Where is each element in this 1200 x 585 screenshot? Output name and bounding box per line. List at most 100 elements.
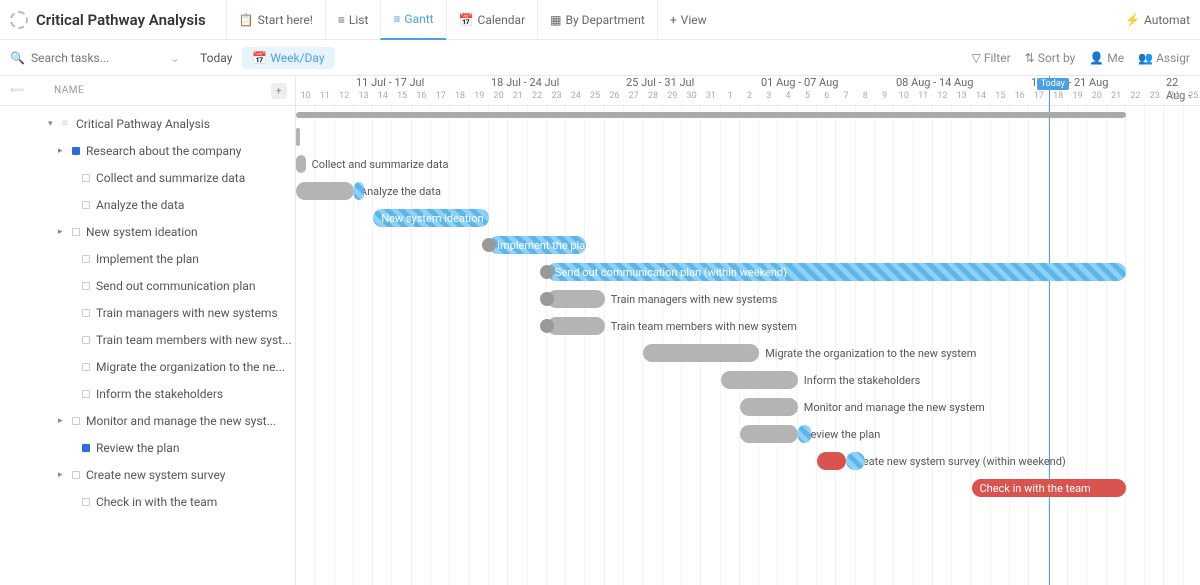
status-box[interactable]	[82, 255, 90, 263]
task-label: Inform the stakeholders	[96, 387, 223, 401]
task-label: Monitor and manage the new syst...	[86, 414, 276, 428]
gantt-bar[interactable]: Review the plan	[740, 425, 798, 443]
tree-row[interactable]: Migrate the organization to the ne...	[0, 353, 295, 380]
sort-icon: ⇅	[1025, 51, 1035, 65]
tree-row[interactable]: ▾≡Critical Pathway Analysis	[0, 110, 295, 137]
gantt-bar-hatch[interactable]	[798, 425, 812, 443]
status-box[interactable]	[82, 498, 90, 506]
collapse-icon[interactable]: ⟸	[10, 85, 26, 96]
gantt-bar[interactable]: Create new system survey (within weekend…	[817, 452, 846, 470]
gantt-bar[interactable]: Collect and summarize data	[296, 155, 306, 173]
bar-label: New system ideation	[373, 212, 491, 225]
gantt-bar[interactable]: Monitor and manage the new system	[740, 398, 798, 416]
name-col-header: NAME	[54, 85, 84, 96]
chevron-down-icon[interactable]: ⌄	[170, 51, 180, 65]
gantt-bar[interactable]: Check in with the team	[972, 479, 1126, 497]
bar-label: Analyze the data	[354, 185, 441, 198]
summary-band	[296, 112, 1126, 118]
today-button[interactable]: Today	[190, 51, 242, 65]
status-box[interactable]	[82, 444, 90, 452]
automation-button[interactable]: ⚡ Automat	[1125, 13, 1190, 27]
task-label: Review the plan	[96, 441, 179, 455]
assign-button[interactable]: 👥Assigr	[1138, 51, 1190, 65]
tree-row[interactable]: Collect and summarize data	[0, 164, 295, 191]
sort-button[interactable]: ⇅Sort by	[1025, 51, 1076, 65]
gantt-row: Migrate the organization to the new syst…	[296, 340, 1200, 367]
tree-row[interactable]: Review the plan	[0, 434, 295, 461]
filter-button[interactable]: ▽Filter	[972, 51, 1011, 65]
filter-icon: ▽	[972, 51, 981, 65]
me-button[interactable]: 👤Me	[1089, 51, 1124, 65]
sidebar: ⟸ NAME + ▾≡Critical Pathway Analysis▸Res…	[0, 76, 296, 585]
status-box[interactable]	[82, 282, 90, 290]
gantt-row: Check in with the team	[296, 475, 1200, 502]
status-box[interactable]	[72, 228, 80, 236]
tree-row[interactable]: Implement the plan	[0, 245, 295, 272]
day-label: 12	[933, 91, 952, 105]
tree-row[interactable]: Send out communication plan	[0, 272, 295, 299]
tab-icon: +	[670, 13, 677, 27]
gantt-row: Analyze the data	[296, 178, 1200, 205]
day-label: 29	[663, 91, 682, 105]
status-box[interactable]	[72, 147, 80, 155]
day-label: 27	[624, 91, 643, 105]
status-box[interactable]	[82, 336, 90, 344]
gantt-bar[interactable]: Migrate the organization to the new syst…	[643, 344, 759, 362]
gantt-area[interactable]: 11 Jul - 17 Jul18 Jul - 24 Jul25 Jul - 3…	[296, 76, 1200, 585]
tree-row[interactable]: ▸ Monitor and manage the new syst...	[0, 407, 295, 434]
day-label: 8	[856, 91, 875, 105]
sidebar-header: ⟸ NAME +	[0, 76, 295, 106]
weekday-label: Week/Day	[270, 51, 324, 65]
gantt-bar[interactable]: Implement the plan	[489, 236, 586, 254]
view-tab-list[interactable]: ≡List	[325, 0, 381, 40]
status-box[interactable]	[82, 390, 90, 398]
tree-row[interactable]: ▸New system ideation	[0, 218, 295, 245]
automation-label: Automat	[1144, 13, 1190, 27]
tree-row[interactable]: ▸Create new system survey	[0, 461, 295, 488]
add-button[interactable]: +	[271, 83, 287, 99]
view-tab-by-department[interactable]: ▦By Department	[537, 0, 657, 40]
gantt-bar[interactable]: Send out communication plan (within week…	[547, 263, 1126, 281]
status-box[interactable]	[72, 471, 80, 479]
tree-row[interactable]: Inform the stakeholders	[0, 380, 295, 407]
status-box[interactable]	[82, 363, 90, 371]
tree-row[interactable]: Analyze the data	[0, 191, 295, 218]
status-box[interactable]	[82, 309, 90, 317]
view-tab-calendar[interactable]: 📅Calendar	[446, 0, 538, 40]
bar-label: Implement the plan	[489, 239, 599, 252]
status-box[interactable]	[72, 417, 80, 425]
day-label: 13	[354, 91, 373, 105]
day-label: 10	[296, 91, 315, 105]
task-label: Check in with the team	[96, 495, 217, 509]
search-input[interactable]	[31, 51, 151, 65]
gantt-bar[interactable]: Train managers with new systems	[547, 290, 605, 308]
day-label: 13	[952, 91, 971, 105]
view-tab-gantt[interactable]: ≡Gantt	[380, 0, 445, 40]
tree-row[interactable]: Check in with the team	[0, 488, 295, 515]
task-label: Migrate the organization to the ne...	[96, 360, 285, 374]
tree-row[interactable]: Train team members with new syst...	[0, 326, 295, 353]
caret-icon[interactable]: ▸	[58, 227, 68, 237]
gantt-bar[interactable]: Inform the stakeholders	[721, 371, 798, 389]
caret-icon[interactable]: ▸	[58, 146, 68, 156]
week-label: 11 Jul - 17 Jul	[356, 76, 424, 89]
status-box[interactable]	[82, 201, 90, 209]
view-tab-view[interactable]: +View	[657, 0, 719, 40]
weekday-button[interactable]: 📅 Week/Day	[242, 47, 334, 69]
caret-icon[interactable]: ▾	[48, 119, 58, 129]
gantt-bar[interactable]: company	[296, 128, 300, 146]
day-label: 18	[450, 91, 469, 105]
tab-icon: ▦	[550, 13, 561, 27]
day-label: 11	[315, 91, 334, 105]
bar-label: Train managers with new systems	[605, 293, 778, 306]
tree-row[interactable]: Train managers with new systems	[0, 299, 295, 326]
gantt-bar[interactable]: Train team members with new system	[547, 317, 605, 335]
status-box[interactable]	[82, 174, 90, 182]
tree-row[interactable]: ▸Research about the company	[0, 137, 295, 164]
gantt-bar-hatch[interactable]	[354, 182, 364, 200]
gantt-bar[interactable]: Analyze the data	[296, 182, 354, 200]
gantt-bar[interactable]: New system ideation	[373, 209, 489, 227]
caret-icon[interactable]: ▸	[58, 470, 68, 480]
caret-icon[interactable]: ▸	[58, 416, 68, 426]
view-tab-start-here-[interactable]: 📋Start here!	[226, 0, 325, 40]
